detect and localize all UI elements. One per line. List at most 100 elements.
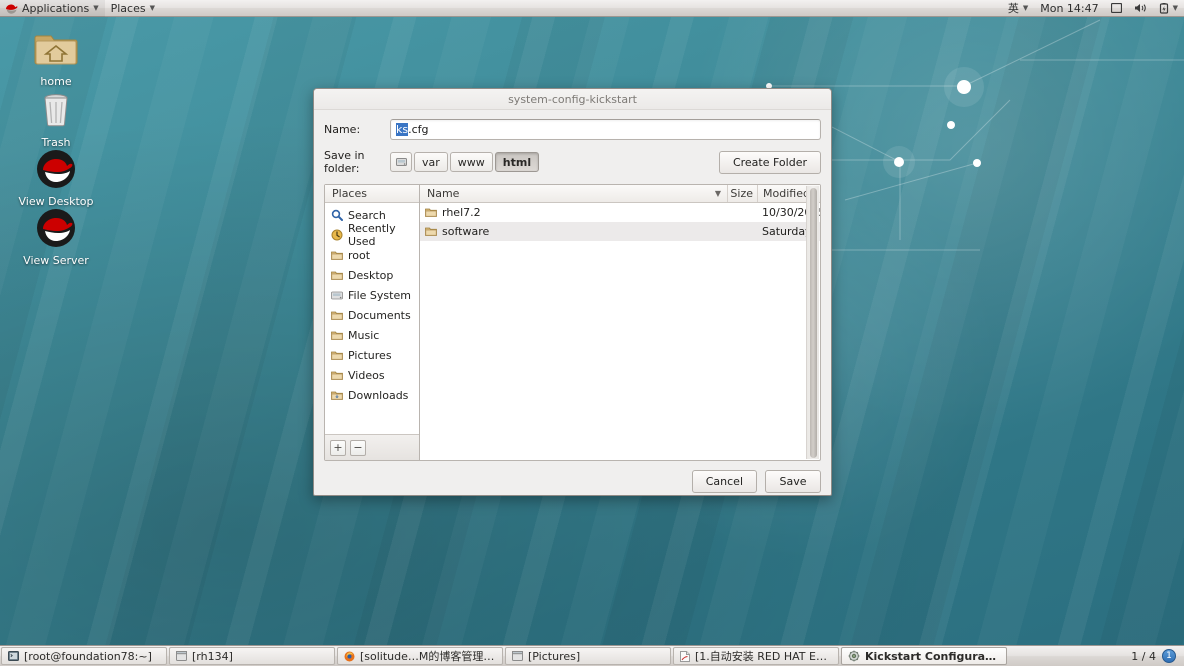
display-status-icon[interactable]: [1105, 0, 1128, 17]
path-button-label: html: [502, 155, 532, 169]
place-item-desktop[interactable]: Desktop: [325, 265, 419, 285]
column-header-size[interactable]: Size: [727, 185, 757, 202]
search-icon: [331, 209, 343, 221]
table-row[interactable]: software Saturday: [420, 222, 820, 241]
folder-icon: [425, 207, 437, 218]
save-file-dialog[interactable]: system-config-kickstart Name: ks .cfg Sav…: [313, 88, 832, 496]
terminal-icon: [8, 651, 19, 661]
places-menu[interactable]: Places ▼: [105, 0, 161, 17]
cancel-button-label: Cancel: [705, 475, 743, 488]
kickstart-icon: [848, 650, 860, 662]
drive-icon: [331, 290, 343, 301]
battery-icon[interactable]: ▼: [1153, 0, 1184, 17]
taskbar-item-label: Kickstart Configurator: [865, 649, 1000, 663]
path-button-root-drive[interactable]: [390, 152, 412, 172]
column-header-name[interactable]: Name ▼: [420, 185, 727, 202]
table-row[interactable]: rhel7.2 10/30/2015: [420, 203, 820, 222]
desktop-icon-trash[interactable]: Trash: [8, 89, 104, 149]
taskbar-item-document[interactable]: [1.自动安装 RED HAT ENTERPRIS…: [673, 647, 839, 665]
taskbar-item-firefox[interactable]: [solitude…M的博客管理后台-51…: [337, 647, 503, 665]
drive-icon: [395, 157, 407, 167]
taskbar-item-rh134[interactable]: [rh134]: [169, 647, 335, 665]
place-item-recently-used[interactable]: Recently Used: [325, 222, 419, 248]
desktop-icon-label: home: [40, 75, 72, 88]
cancel-button[interactable]: Cancel: [691, 470, 757, 493]
places-header: Places: [325, 185, 419, 203]
taskbar-item-label: [1.自动安装 RED HAT ENTERPRIS…: [695, 650, 832, 663]
filename-input[interactable]: ks .cfg: [390, 119, 821, 140]
name-label: Name:: [324, 123, 361, 136]
clock[interactable]: Mon 14:47: [1034, 0, 1104, 17]
filename-selected-text: ks: [396, 123, 409, 136]
document-icon: [680, 650, 690, 662]
folder-icon: [331, 250, 343, 261]
workspace-badge[interactable]: 1: [1162, 649, 1176, 663]
firefox-icon: [344, 651, 355, 662]
file-list-header: Name ▼ Size Modified: [420, 185, 820, 203]
applications-menu-label: Applications: [22, 1, 90, 15]
desktop-icon-view-server[interactable]: View Server: [8, 207, 104, 267]
path-breadcrumb[interactable]: var www html: [390, 152, 540, 172]
place-item-label: Pictures: [348, 348, 392, 362]
place-item-label: Search: [348, 208, 386, 222]
taskbar-item-pictures[interactable]: [Pictures]: [505, 647, 671, 665]
input-method-label: 英: [1007, 2, 1019, 15]
places-footer: + −: [325, 434, 419, 460]
place-item-documents[interactable]: Documents: [325, 305, 419, 325]
taskbar-item-terminal[interactable]: [root@foundation78:~]: [1, 647, 167, 665]
desktop-icon-home[interactable]: home: [8, 28, 104, 88]
place-item-label: Music: [348, 328, 380, 342]
remove-place-button[interactable]: −: [350, 439, 366, 456]
place-item-downloads[interactable]: Downloads: [325, 385, 419, 405]
taskbar-item-label: [root@foundation78:~]: [24, 649, 152, 663]
place-item-root[interactable]: root: [325, 245, 419, 265]
place-item-pictures[interactable]: Pictures: [325, 345, 419, 365]
volume-icon[interactable]: [1128, 0, 1153, 17]
place-item-label: Videos: [348, 368, 385, 382]
dialog-titlebar[interactable]: system-config-kickstart: [314, 89, 831, 110]
scrollbar-thumb[interactable]: [810, 188, 817, 458]
desktop-icon-label: View Server: [23, 254, 89, 267]
taskbar-item-kickstart-configurator[interactable]: Kickstart Configurator: [841, 647, 1007, 665]
redhat-logo-icon: [5, 3, 18, 14]
recent-clock-icon: [331, 229, 343, 241]
home-folder-icon: [8, 28, 104, 72]
column-header-name-label: Name: [427, 187, 460, 200]
folder-icon: [331, 270, 343, 281]
save-button[interactable]: Save: [765, 470, 821, 493]
create-folder-button[interactable]: Create Folder: [718, 150, 821, 174]
dialog-body: Name: ks .cfg Save in folder: var www ht…: [314, 110, 831, 461]
clock-label: Mon 14:47: [1040, 1, 1099, 15]
place-item-label: Downloads: [348, 388, 409, 402]
path-button-html[interactable]: html: [494, 152, 540, 172]
save-button-label: Save: [779, 475, 807, 488]
taskbar-item-label: [Pictures]: [528, 649, 581, 663]
save-in-folder-label: Save in folder:: [324, 149, 365, 175]
place-item-videos[interactable]: Videos: [325, 365, 419, 385]
file-list[interactable]: rhel7.2 10/30/2015 software Saturday: [420, 203, 820, 460]
path-button-www[interactable]: www: [449, 152, 493, 172]
place-item-label: Documents: [348, 308, 411, 322]
place-item-label: root: [348, 248, 371, 262]
file-list-panel: Name ▼ Size Modified rhel7.2 10/30/2015 …: [419, 184, 821, 461]
place-item-label: Recently Used: [348, 222, 396, 248]
dialog-title: system-config-kickstart: [508, 92, 637, 106]
places-menu-label: Places: [110, 1, 146, 15]
place-item-label: Desktop: [348, 268, 394, 282]
path-button-label: var: [422, 155, 440, 169]
taskbar-item-label: [solitude…M的博客管理后台-51…: [360, 650, 496, 663]
workspace-counter[interactable]: 1 / 4: [1131, 650, 1156, 663]
path-button-var[interactable]: var: [414, 152, 448, 172]
input-method-indicator[interactable]: 英 ▼: [1002, 0, 1034, 17]
redhat-logo-icon: [8, 148, 104, 192]
top-panel-right: 英 ▼ Mon 14:47 ▼: [1002, 0, 1184, 17]
desktop-icon-view-desktop[interactable]: View Desktop: [8, 148, 104, 208]
file-list-scrollbar[interactable]: [806, 186, 819, 459]
add-place-button[interactable]: +: [330, 439, 346, 456]
file-name-label: rhel7.2: [442, 206, 481, 219]
place-item-music[interactable]: Music: [325, 325, 419, 345]
folder-icon: [331, 350, 343, 361]
applications-menu[interactable]: Applications ▼: [0, 0, 105, 17]
top-panel: Applications ▼ Places ▼ 英 ▼ Mon 14:47 ▼: [0, 0, 1184, 17]
place-item-file-system[interactable]: File System: [325, 285, 419, 305]
